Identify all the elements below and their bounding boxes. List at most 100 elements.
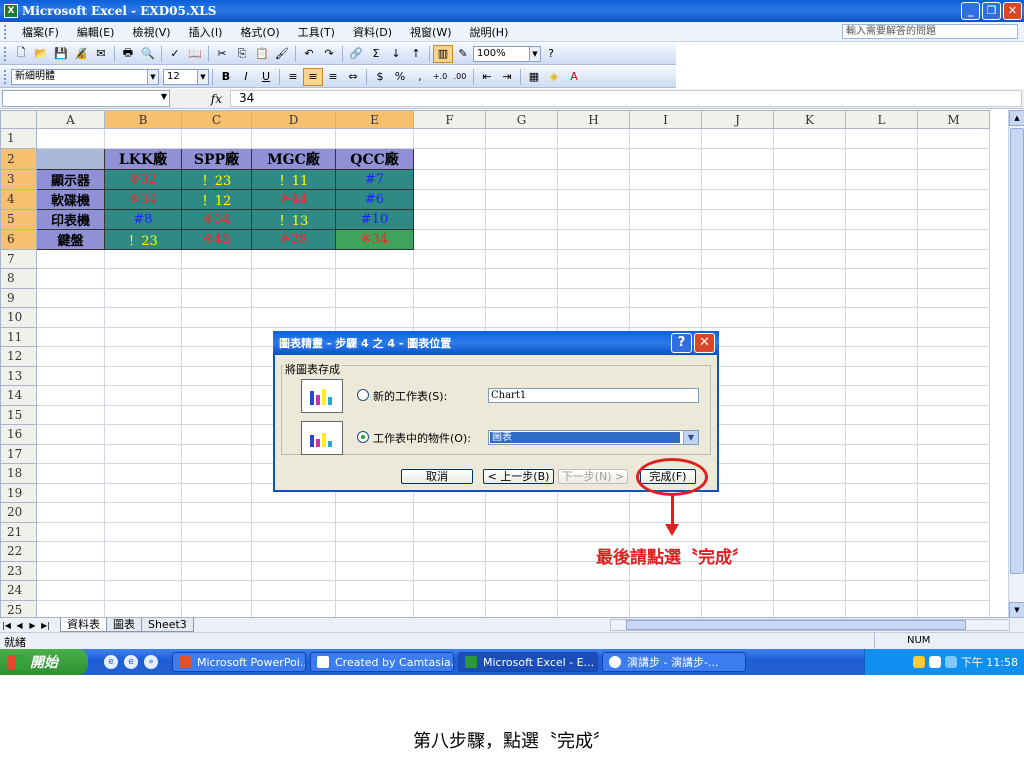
- data-cell[interactable]: ！11: [251, 168, 336, 190]
- data-cell[interactable]: #8: [104, 208, 182, 230]
- clock[interactable]: 下午 11:58: [961, 654, 1018, 670]
- object-in-radio[interactable]: [357, 431, 369, 443]
- comma-button[interactable]: ,: [410, 68, 430, 86]
- column-header[interactable]: D: [251, 110, 336, 129]
- scroll-thumb[interactable]: [626, 620, 966, 630]
- taskbar-item[interactable]: 演講步 - 演講步-...: [602, 652, 746, 672]
- taskbar-item[interactable]: Created by Camtasia...: [310, 652, 454, 672]
- data-cell[interactable]: ※32: [104, 168, 182, 190]
- new-icon[interactable]: 🗋: [11, 45, 31, 63]
- font-name-select[interactable]: 新細明體 ▼: [11, 68, 159, 85]
- row-header[interactable]: 19: [0, 482, 37, 503]
- chevron-down-icon[interactable]: ▼: [683, 431, 698, 444]
- borders-icon[interactable]: ▦: [524, 68, 544, 86]
- hyperlink-icon[interactable]: 🔗: [346, 45, 366, 63]
- row-label-cell[interactable]: 鍵盤: [36, 228, 105, 250]
- taskbar-item[interactable]: Microsoft PowerPoi...: [172, 652, 306, 672]
- row-header[interactable]: 17: [0, 443, 37, 464]
- column-header[interactable]: A: [36, 110, 105, 129]
- ask-question-input[interactable]: 輸入需要解答的問題: [842, 24, 1018, 39]
- column-header[interactable]: C: [181, 110, 252, 129]
- column-header[interactable]: L: [845, 110, 918, 129]
- column-title-cell[interactable]: LKK廠: [104, 147, 182, 170]
- email-icon[interactable]: ✉: [91, 45, 111, 63]
- row-label-cell[interactable]: 印表機: [36, 208, 105, 230]
- row-header[interactable]: 21: [0, 521, 37, 542]
- menu-data[interactable]: 資料(D): [344, 24, 401, 40]
- row-header[interactable]: 1: [0, 128, 37, 149]
- sort-ascending-icon[interactable]: ↓: [386, 45, 406, 63]
- align-right-icon[interactable]: ≡: [323, 68, 343, 86]
- tab-data-sheet[interactable]: 資料表: [60, 618, 107, 632]
- name-box[interactable]: ▼: [2, 90, 170, 107]
- underline-button[interactable]: U: [256, 68, 276, 86]
- menu-format[interactable]: 格式(O): [231, 24, 288, 40]
- browser-icon[interactable]: e: [124, 655, 138, 669]
- row-header[interactable]: 18: [0, 463, 37, 484]
- fill-color-icon[interactable]: ◈: [544, 68, 564, 86]
- toolbar-grip[interactable]: [4, 69, 7, 84]
- format-painter-icon[interactable]: 🖌: [272, 45, 292, 63]
- row-header[interactable]: 15: [0, 404, 37, 425]
- column-header[interactable]: F: [413, 110, 486, 129]
- row-header[interactable]: 23: [0, 560, 37, 581]
- column-header[interactable]: I: [629, 110, 702, 129]
- research-icon[interactable]: 📖: [185, 45, 205, 63]
- column-header[interactable]: M: [917, 110, 990, 129]
- insert-function-icon[interactable]: fx: [170, 92, 230, 106]
- help-icon[interactable]: ?: [541, 45, 561, 63]
- percent-button[interactable]: %: [390, 68, 410, 86]
- data-cell[interactable]: ※45: [181, 228, 252, 250]
- column-header[interactable]: G: [485, 110, 558, 129]
- tray-icon[interactable]: [928, 656, 941, 668]
- decrease-decimal-button[interactable]: .00: [450, 68, 470, 86]
- toolbar-grip[interactable]: [4, 24, 7, 39]
- row-label-cell[interactable]: 軟碟機: [36, 188, 105, 210]
- paste-icon[interactable]: 📋: [252, 45, 272, 63]
- data-cell[interactable]: #6: [335, 188, 414, 210]
- toolbar-grip[interactable]: [4, 46, 7, 61]
- drawing-icon[interactable]: ✎: [453, 45, 473, 63]
- chevron-right-icon[interactable]: »: [144, 655, 158, 669]
- data-cell[interactable]: #7: [335, 168, 414, 190]
- open-icon[interactable]: 📂: [31, 45, 51, 63]
- back-button[interactable]: < 上一步(B): [483, 469, 554, 484]
- tab-chart[interactable]: 圖表: [106, 618, 142, 632]
- row-header[interactable]: 2: [0, 147, 37, 170]
- data-cell[interactable]: ※44: [251, 188, 336, 210]
- column-header[interactable]: B: [104, 110, 182, 129]
- minimize-button[interactable]: _: [961, 2, 980, 20]
- autosum-icon[interactable]: Σ: [366, 45, 386, 63]
- column-title-cell[interactable]: QCC廠: [335, 147, 414, 170]
- row-header[interactable]: 9: [0, 287, 37, 308]
- row-header[interactable]: 14: [0, 385, 37, 406]
- sort-descending-icon[interactable]: ↑: [406, 45, 426, 63]
- redo-icon[interactable]: ↷: [319, 45, 339, 63]
- cancel-button[interactable]: 取消: [401, 469, 473, 484]
- column-header[interactable]: H: [557, 110, 630, 129]
- print-icon[interactable]: 🖶: [118, 45, 138, 63]
- scroll-down-icon[interactable]: ▼: [1009, 602, 1024, 618]
- menu-help[interactable]: 說明(H): [461, 24, 518, 40]
- next-sheet-icon[interactable]: ▶: [26, 621, 39, 630]
- browser-icon[interactable]: e: [104, 655, 118, 669]
- data-cell[interactable]: ！12: [181, 188, 252, 210]
- row-header[interactable]: 4: [0, 188, 37, 210]
- chart-wizard-icon[interactable]: ▥: [433, 44, 453, 63]
- row-header[interactable]: 13: [0, 365, 37, 386]
- menu-view[interactable]: 檢視(V): [123, 24, 179, 40]
- row-header[interactable]: 12: [0, 346, 37, 367]
- data-cell[interactable]: ※54: [181, 208, 252, 230]
- object-in-label[interactable]: 工作表中的物件(O):: [373, 430, 471, 446]
- cut-icon[interactable]: ✂: [212, 45, 232, 63]
- horizontal-scrollbar[interactable]: [610, 619, 1010, 631]
- new-sheet-name-input[interactable]: Chart1: [488, 388, 699, 403]
- menu-insert[interactable]: 插入(I): [180, 24, 232, 40]
- column-title-cell[interactable]: SPP廠: [181, 147, 252, 170]
- data-cell[interactable]: ※34: [104, 188, 182, 210]
- taskbar-item-active[interactable]: Microsoft Excel - E...: [458, 652, 598, 672]
- row-header[interactable]: 11: [0, 326, 37, 347]
- align-center-icon[interactable]: ≡: [303, 67, 323, 86]
- data-cell[interactable]: #10: [335, 208, 414, 230]
- data-cell[interactable]: ※28: [251, 228, 336, 250]
